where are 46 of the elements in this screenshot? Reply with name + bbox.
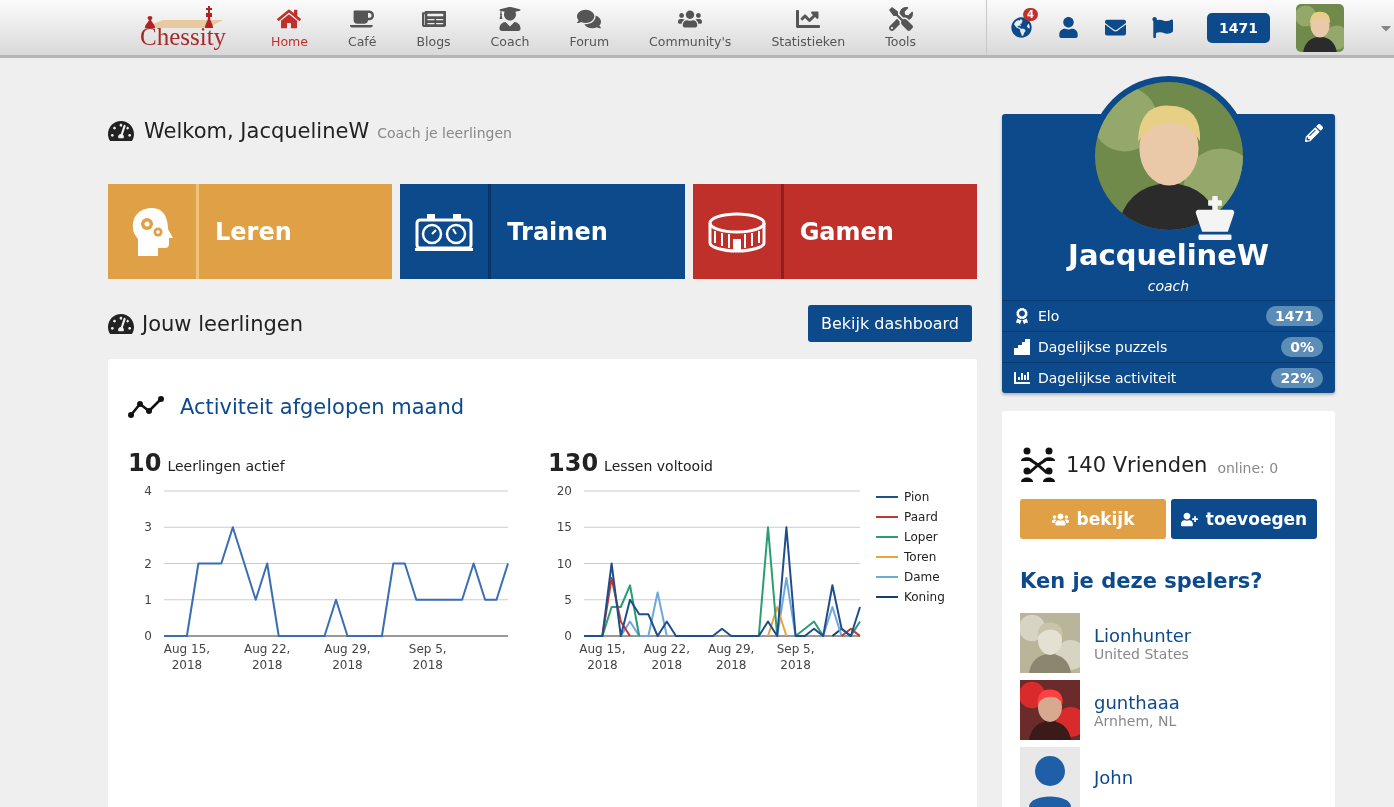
- axis-label: 0: [144, 629, 152, 643]
- legend-label: Paard: [904, 510, 938, 524]
- stat-label: Dagelijkse activiteit: [1038, 370, 1177, 386]
- axis-label: 4: [144, 484, 152, 498]
- stat-value: 10: [128, 449, 162, 477]
- friends-title: 140 Vrienden: [1066, 453, 1208, 477]
- axis-label: 2: [144, 556, 152, 571]
- profile-role: coach: [1147, 278, 1190, 294]
- axis-label: 0: [564, 629, 572, 643]
- stat-pill: 0%: [1281, 337, 1323, 357]
- welcome-title: Welkom, JacquelineW: [144, 119, 370, 143]
- axis-label: 3: [144, 520, 152, 535]
- axis-label: Aug 22, 2018: [643, 642, 690, 672]
- legend-label: Dame: [904, 570, 940, 584]
- stat-label: Dagelijkse puzzels: [1038, 339, 1168, 355]
- player-location: Arnhem, NL: [1094, 712, 1177, 729]
- stat-label: Leerlingen actief: [167, 458, 285, 474]
- profile-name: JacquelineW: [1068, 238, 1269, 272]
- stat-pill: 1471: [1266, 306, 1323, 326]
- section-title: Jouw leerlingen: [142, 311, 304, 336]
- player-location: United States: [1094, 645, 1190, 662]
- axis-label: 20: [556, 484, 572, 498]
- axis-label: Aug 15, 2018: [163, 642, 211, 672]
- axis-label: Aug 22, 2018: [244, 642, 291, 672]
- legend-label: Pion: [904, 490, 930, 504]
- notification-badge: 4: [1023, 8, 1039, 21]
- stat-pill: 22%: [1271, 368, 1323, 388]
- legend-label: Koning: [904, 590, 945, 604]
- axis-label: 10: [556, 556, 572, 571]
- welcome-subtitle: Coach je leerlingen: [377, 125, 512, 141]
- axis-label: 1: [144, 592, 152, 607]
- suggestions-title: Ken je deze spelers?: [1020, 569, 1264, 593]
- stat-label: Elo: [1038, 308, 1060, 324]
- axis-label: Aug 29, 2018: [708, 642, 755, 672]
- legend-label: Toren: [904, 550, 937, 564]
- online-count: online: 0: [1217, 459, 1279, 476]
- axis-label: Aug 29, 2018: [324, 642, 371, 672]
- axis-label: Sep 5, 2018: [776, 642, 815, 672]
- stat-label: Lessen voltooid: [604, 458, 713, 474]
- stat-value: 130: [548, 449, 599, 477]
- legend-label: Loper: [904, 530, 938, 544]
- axis-label: Sep 5, 2018: [408, 642, 447, 672]
- axis-label: 5: [564, 592, 572, 607]
- axis-label: 15: [556, 520, 572, 535]
- card-title: Activiteit afgelopen maand: [180, 395, 465, 419]
- axis-label: Aug 15, 2018: [579, 642, 626, 672]
